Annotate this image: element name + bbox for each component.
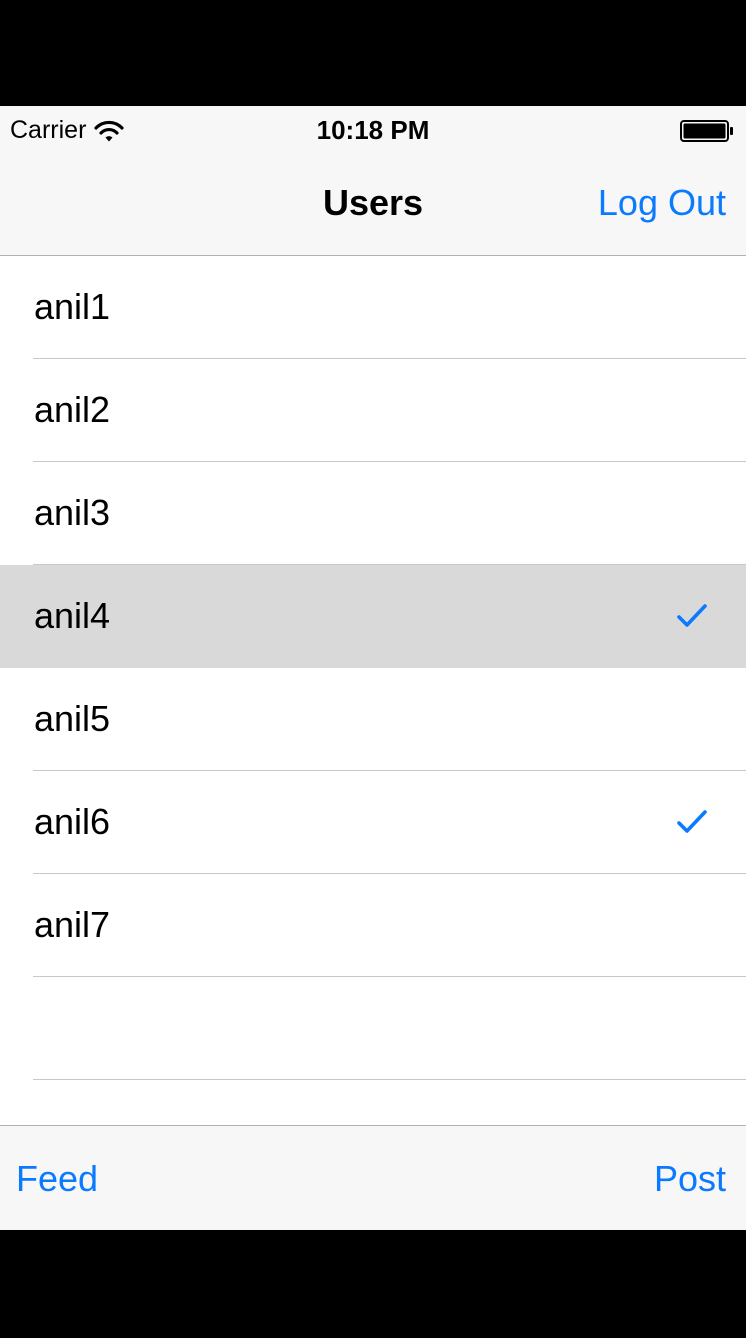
- top-letterbox: [0, 0, 746, 106]
- users-table: anil1 anil2 anil3 anil4 anil5 anil6 anil7: [0, 256, 746, 1126]
- table-row[interactable]: anil4: [0, 565, 746, 668]
- status-time: 10:18 PM: [316, 115, 430, 145]
- checkmark-icon: [677, 810, 707, 833]
- status-bar: Carrier 10:18 PM: [0, 106, 746, 152]
- navigation-bar: Users Log Out: [0, 152, 746, 256]
- checkmark-icon: [677, 604, 707, 627]
- user-name-label: anil1: [34, 286, 111, 327]
- table-row[interactable]: anil1: [0, 256, 746, 359]
- table-row[interactable]: [0, 977, 746, 1080]
- battery-icon: [680, 120, 733, 142]
- table-row[interactable]: anil7: [0, 874, 746, 977]
- bottom-toolbar: Feed Post: [0, 1125, 746, 1230]
- feed-button[interactable]: Feed: [16, 1158, 98, 1200]
- user-name-label: anil6: [34, 801, 111, 842]
- user-name-label: anil7: [34, 904, 111, 945]
- app-screen: Carrier 10:18 PM Users Log Out anil1 anil…: [0, 106, 746, 1230]
- logout-button[interactable]: Log Out: [598, 182, 726, 224]
- user-name-label: anil4: [34, 595, 111, 636]
- table-row[interactable]: anil2: [0, 359, 746, 462]
- table-row[interactable]: anil3: [0, 462, 746, 565]
- table-row[interactable]: anil6: [0, 771, 746, 874]
- user-name-label: anil2: [34, 389, 111, 430]
- user-name-label: anil3: [34, 492, 111, 533]
- row-separator: [33, 1079, 746, 1080]
- post-button[interactable]: Post: [654, 1158, 726, 1200]
- table-row[interactable]: anil5: [0, 668, 746, 771]
- bottom-letterbox: [0, 1230, 746, 1338]
- user-name-label: anil5: [34, 698, 111, 739]
